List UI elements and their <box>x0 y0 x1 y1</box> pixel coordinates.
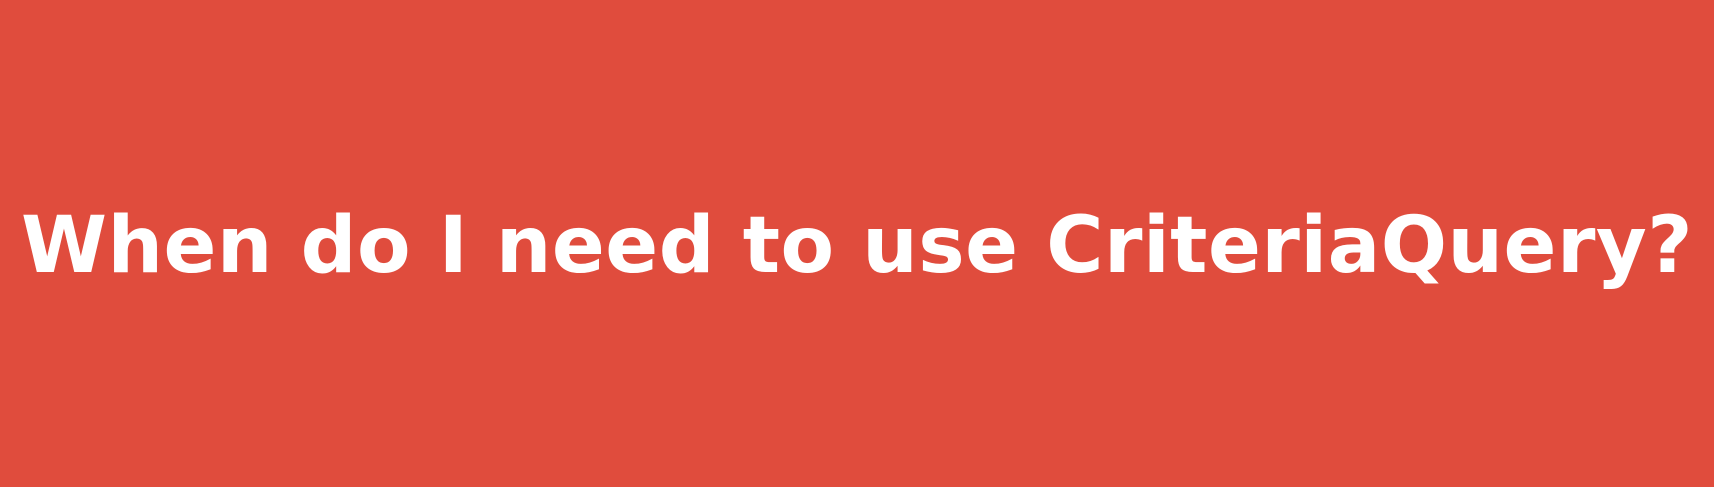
title-banner: When do I need to use CriteriaQuery? <box>0 0 1714 487</box>
banner-title: When do I need to use CriteriaQuery? <box>20 200 1694 291</box>
